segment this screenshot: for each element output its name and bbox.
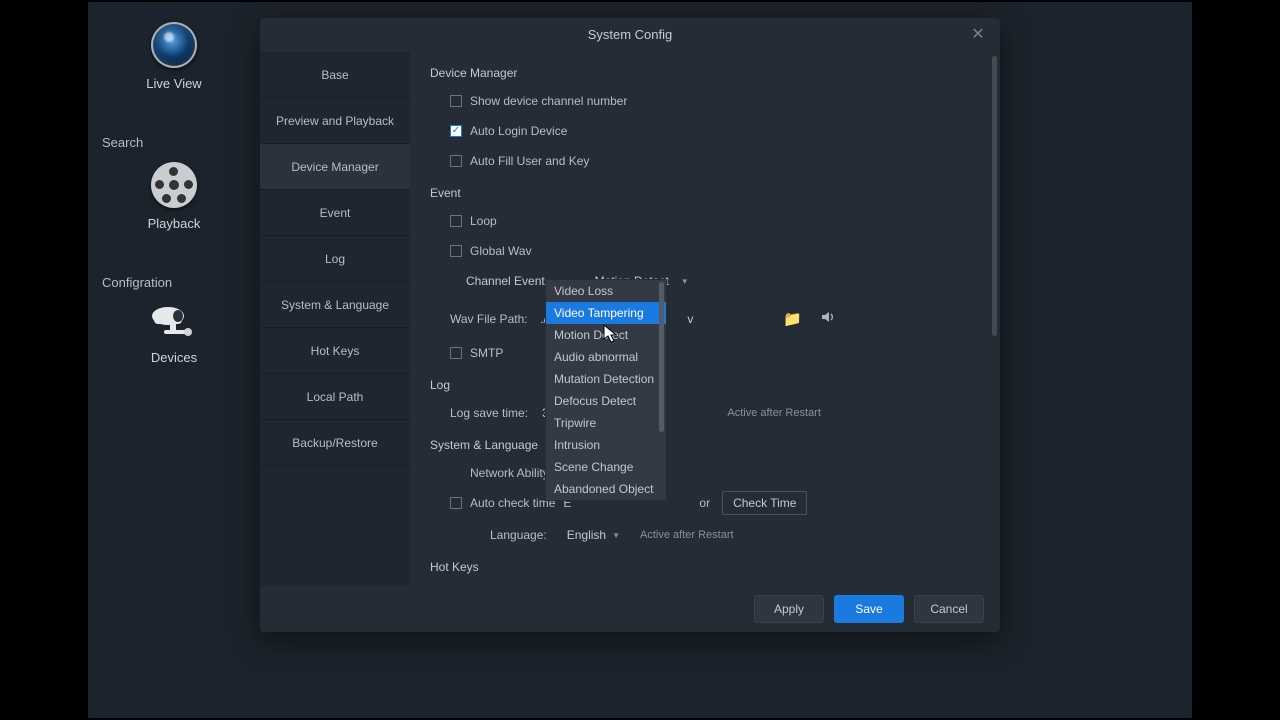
checkbox-auto-login[interactable] <box>450 125 462 137</box>
checkbox-label: Auto Fill User and Key <box>470 154 589 168</box>
section-title: Event <box>430 186 980 200</box>
check-time-button[interactable]: Check Time <box>722 491 807 515</box>
dropdown-scrollbar[interactable] <box>659 282 664 432</box>
dialog-footer: Apply Save Cancel <box>260 586 1000 632</box>
nav-item-backup-restore[interactable]: Backup/Restore <box>260 420 410 466</box>
section-log: Log Log save time: 30 Active after Resta… <box>430 378 980 426</box>
nav-item-event[interactable]: Event <box>260 190 410 236</box>
section-event: Event Loop Global Wav Channel Event ▼ <box>430 186 980 366</box>
content-scrollbar[interactable] <box>992 56 997 336</box>
nav-item-system-language[interactable]: System & Language <box>260 282 410 328</box>
or-label: or <box>699 496 710 510</box>
film-reel-icon <box>151 162 197 208</box>
dropdown-option[interactable]: Scene Change <box>546 456 666 478</box>
checkbox-label: SMTP <box>470 346 503 360</box>
section-hotkeys: Hot Keys <box>430 560 980 574</box>
chevron-down-icon: ▼ <box>681 277 689 286</box>
lens-icon <box>151 22 197 68</box>
dialog-content: Device Manager Show device channel numbe… <box>410 52 1000 586</box>
nav-item-hot-keys[interactable]: Hot Keys <box>260 328 410 374</box>
camera-icon <box>148 302 200 342</box>
checkbox-show-channel[interactable] <box>450 95 462 107</box>
checkbox-auto-fill[interactable] <box>450 155 462 167</box>
nav-item-device-manager[interactable]: Device Manager <box>260 144 410 190</box>
sidebar-item-playback[interactable]: Playback <box>88 162 260 231</box>
event-type-dropdown-menu[interactable]: Video LossVideo TamperingMotion DetectAu… <box>545 279 667 501</box>
active-after-restart-note: Active after Restart <box>640 529 734 541</box>
dropdown-option[interactable]: Tripwire <box>546 412 666 434</box>
sidebar-section-search: Search <box>88 127 260 158</box>
checkbox-label: Auto Login Device <box>470 124 567 138</box>
section-syslang: System & Language Network Ability: Auto … <box>430 438 980 548</box>
checkbox-global-wav[interactable] <box>450 245 462 257</box>
dialog-titlebar: System Config ✕ <box>260 18 1000 52</box>
dropdown-option[interactable]: Abandoned Object <box>546 478 666 500</box>
dialog-nav: BasePreview and PlaybackDevice ManagerEv… <box>260 52 410 586</box>
nav-item-preview-and-playback[interactable]: Preview and Playback <box>260 98 410 144</box>
dropdown-option[interactable]: Motion Detect <box>546 324 666 346</box>
sidebar-item-label: Live View <box>146 76 201 91</box>
dropdown-option[interactable]: Mutation Detection <box>546 368 666 390</box>
log-save-time-label: Log save time: <box>450 406 542 420</box>
cancel-button[interactable]: Cancel <box>914 595 984 623</box>
checkbox-loop[interactable] <box>450 215 462 227</box>
dropdown-option[interactable]: Video Loss <box>546 280 666 302</box>
section-title: System & Language <box>430 438 980 452</box>
system-config-dialog: System Config ✕ BasePreview and Playback… <box>260 18 1000 632</box>
section-title: Hot Keys <box>430 560 980 574</box>
language-label: Language: <box>490 528 547 542</box>
nav-item-local-path[interactable]: Local Path <box>260 374 410 420</box>
checkbox-auto-check-time[interactable] <box>450 497 462 509</box>
checkbox-label: Auto check time <box>470 496 555 510</box>
dialog-title-text: System Config <box>588 27 673 42</box>
sidebar-section-config: Configration <box>88 267 260 298</box>
dropdown-value: English <box>567 528 606 542</box>
section-device-manager: Device Manager Show device channel numbe… <box>430 66 980 174</box>
save-button[interactable]: Save <box>834 595 904 623</box>
dropdown-option[interactable]: Audio abnormal <box>546 346 666 368</box>
sidebar-item-label: Devices <box>151 350 197 365</box>
dropdown-option[interactable]: Video Tampering <box>546 302 666 324</box>
language-dropdown[interactable]: English ▼ <box>559 525 628 545</box>
dropdown-label: Channel Event <box>466 274 545 288</box>
chevron-down-icon: ▼ <box>612 531 620 540</box>
speaker-icon[interactable] <box>820 309 836 329</box>
dropdown-option[interactable]: Intrusion <box>546 434 666 456</box>
dropdown-option[interactable]: Defocus Detect <box>546 390 666 412</box>
sidebar-item-label: Playback <box>148 216 201 231</box>
checkbox-smtp[interactable] <box>450 347 462 359</box>
checkbox-label: Loop <box>470 214 497 228</box>
section-title: Log <box>430 378 980 392</box>
section-title: Device Manager <box>430 66 980 80</box>
sidebar-item-devices[interactable]: Devices <box>88 302 260 365</box>
apply-button[interactable]: Apply <box>754 595 824 623</box>
wav-path-label: Wav File Path: <box>450 312 540 326</box>
sidebar-item-liveview[interactable]: Live View <box>88 22 260 91</box>
network-ability-label: Network Ability: <box>470 466 552 480</box>
nav-item-base[interactable]: Base <box>260 52 410 98</box>
left-sidebar: Live View Search Playback Configration D… <box>88 2 260 718</box>
checkbox-label: Show device channel number <box>470 94 627 108</box>
nav-item-log[interactable]: Log <box>260 236 410 282</box>
checkbox-label: Global Wav <box>470 244 532 258</box>
close-icon[interactable]: ✕ <box>966 18 990 52</box>
active-after-restart-note: Active after Restart <box>727 407 821 419</box>
folder-icon[interactable]: 📁 <box>783 310 802 328</box>
wav-path-right: v <box>687 312 693 326</box>
